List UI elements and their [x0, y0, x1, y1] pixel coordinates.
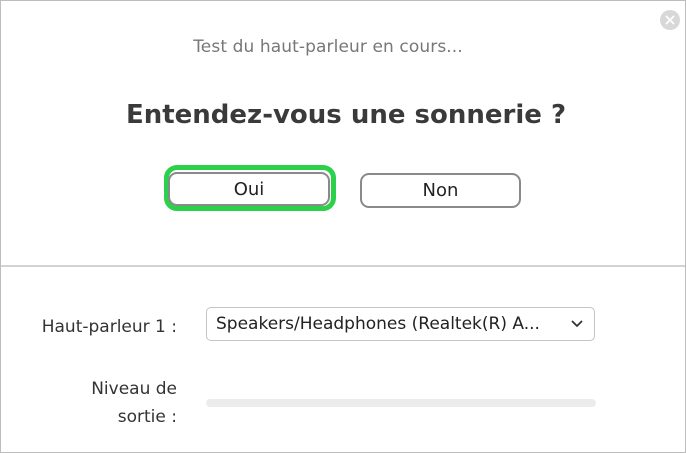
chevron-down-icon	[560, 320, 594, 328]
no-button[interactable]: Non	[360, 173, 521, 208]
speaker-test-dialog: Test du haut-parleur en cours... Entende…	[0, 0, 686, 453]
output-level-label-line2: sortie :	[117, 407, 177, 427]
speaker-test-status: Test du haut-parleur en cours...	[193, 37, 463, 57]
speaker-select[interactable]: Speakers/Headphones (Realtek(R) A...	[206, 307, 595, 341]
output-level-meter	[206, 399, 596, 407]
speaker-label: Haut-parleur 1 :	[41, 317, 177, 337]
close-button[interactable]	[660, 10, 680, 30]
ringtone-question: Entendez-vous une sonnerie ?	[125, 100, 567, 130]
close-icon	[665, 15, 675, 25]
output-level-label: Niveau de sortie :	[11, 375, 177, 431]
section-divider	[1, 265, 685, 267]
yes-button[interactable]: Oui	[168, 172, 330, 206]
output-level-label-line1: Niveau de	[91, 379, 177, 399]
speaker-select-value: Speakers/Headphones (Realtek(R) A...	[216, 314, 540, 334]
